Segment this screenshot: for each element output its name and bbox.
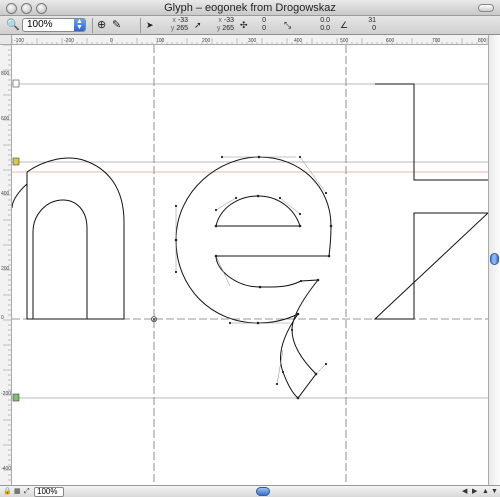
pointer-icon: ➤ xyxy=(146,20,154,30)
bottom-zoom-select[interactable]: 100% ▾ xyxy=(34,487,64,497)
ruler-tick-label: 200 xyxy=(202,38,211,44)
title-bar: Glyph – eogonek from Drogowskaz xyxy=(0,0,500,16)
pos-x-value: -33 xyxy=(177,17,188,24)
ruler-tick-label: -400 xyxy=(1,466,11,472)
angle-b-value: 0 xyxy=(372,25,376,32)
toolbar-separator xyxy=(92,18,93,33)
bottom-bar: 🔒 ▦ ⤢ 100% ▾ ◀ ▶ ▲ ▼ xyxy=(0,485,500,497)
distance-b-value: 0.0 xyxy=(320,25,330,32)
ruler-tick-label: -100 xyxy=(14,38,24,44)
ruler-tick-label: 100 xyxy=(156,38,165,44)
vertical-scroll-thumb[interactable] xyxy=(490,253,499,265)
glyph-n xyxy=(26,157,125,320)
glyph-view[interactable]: ⊗ xyxy=(12,45,488,485)
window-title: Glyph – eogonek from Drogowskaz xyxy=(164,2,336,14)
x-height-marker[interactable] xyxy=(12,157,20,166)
glyph-h xyxy=(373,83,488,320)
ruler-tick-label: 0 xyxy=(1,315,4,321)
offset-x-value: 0 xyxy=(262,17,266,24)
horizontal-ruler-ticks: -100 -200 0 100 200 300 400 500 600 700 800 xyxy=(12,38,488,44)
ruler-tick-label: 0 xyxy=(110,38,113,44)
glyph-eogonek-counter xyxy=(215,195,301,227)
ruler-tick-label: 600 xyxy=(386,38,395,44)
ruler-tick-label: 600 xyxy=(1,116,10,122)
ruler-tick-label: -200 xyxy=(1,391,11,397)
toolbar-toggle-button[interactable] xyxy=(478,4,494,12)
ruler-tick-label: 300 xyxy=(248,38,257,44)
magnifier-icon[interactable]: 🔍 xyxy=(6,18,20,32)
angle-icon: ∠ xyxy=(340,20,349,30)
scroll-up-icon[interactable]: ▲ xyxy=(482,486,489,497)
distance-a-value: 0.0 xyxy=(320,17,330,24)
grid-icon[interactable]: ▦ xyxy=(14,486,21,497)
origin-marker: ⊗ xyxy=(150,314,158,324)
ruler-tick-label: 200 xyxy=(1,266,10,272)
anchor-points[interactable] xyxy=(174,155,333,400)
horizontal-ruler[interactable]: -100 -200 0 100 200 300 400 500 600 700 800 xyxy=(12,35,488,45)
toolbar-separator xyxy=(140,18,141,33)
horizontal-scroll-thumb[interactable] xyxy=(256,487,270,496)
ruler-corner xyxy=(0,35,12,45)
toolbar: 🔍 100% ▲ ▼ ⊕ ✎ ➤ x -33 y 265 ➚ x -33 y 26… xyxy=(0,16,500,35)
ruler-tick-label: 400 xyxy=(294,38,303,44)
ruler-tick-label: 700 xyxy=(432,38,441,44)
scroll-left-icon[interactable]: ◀ xyxy=(462,486,467,497)
vertical-scrollbar[interactable] xyxy=(488,35,500,485)
zoom-stepper[interactable]: ▲ ▼ xyxy=(74,18,85,31)
zoom-in-icon[interactable]: ⊕ xyxy=(97,18,106,32)
vertical-ruler[interactable]: 800 600 400 200 0 -200 -400 xyxy=(0,45,12,485)
rel-x-value: -33 xyxy=(223,17,234,24)
pen-disable-icon[interactable]: ✎ xyxy=(112,18,121,32)
bottom-zoom-value: 100% xyxy=(37,487,58,496)
ruler-tick-label: -200 xyxy=(64,38,74,44)
descender-marker[interactable] xyxy=(12,393,20,402)
angle-a-value: 31 xyxy=(368,17,376,24)
bezier-handles xyxy=(175,156,327,385)
glyph-eogonek-outer xyxy=(175,156,332,399)
zoom-select-value: 100% xyxy=(27,19,53,30)
lock-icon[interactable]: 🔒 xyxy=(3,486,12,497)
zoom-select[interactable]: 100% ▲ ▼ xyxy=(22,18,86,32)
scroll-right-icon[interactable]: ▶ xyxy=(472,486,477,497)
offset-y-value: 0 xyxy=(262,25,266,32)
scroll-down-icon[interactable]: ▼ xyxy=(491,486,498,497)
vertical-ruler-ticks: 800 600 400 200 0 -200 -400 xyxy=(1,45,11,481)
ruler-tick-label: 800 xyxy=(1,71,10,77)
glyph-n-left-edge xyxy=(12,183,28,209)
rel-y-value: 265 xyxy=(222,25,234,32)
ruler-tick-label: 500 xyxy=(340,38,349,44)
glyph-canvas[interactable]: ⊗ xyxy=(12,45,488,485)
ruler-tick-label: 400 xyxy=(1,191,10,197)
relative-pointer-icon: ➚ xyxy=(194,20,202,30)
ascender-marker[interactable] xyxy=(12,79,20,88)
move-icon: ✣ xyxy=(240,20,248,30)
pos-y-value: 265 xyxy=(176,25,188,32)
distance-icon: ⤡ xyxy=(284,20,292,30)
ruler-tick-label: 800 xyxy=(478,38,487,44)
fit-icon[interactable]: ⤢ xyxy=(24,486,30,497)
